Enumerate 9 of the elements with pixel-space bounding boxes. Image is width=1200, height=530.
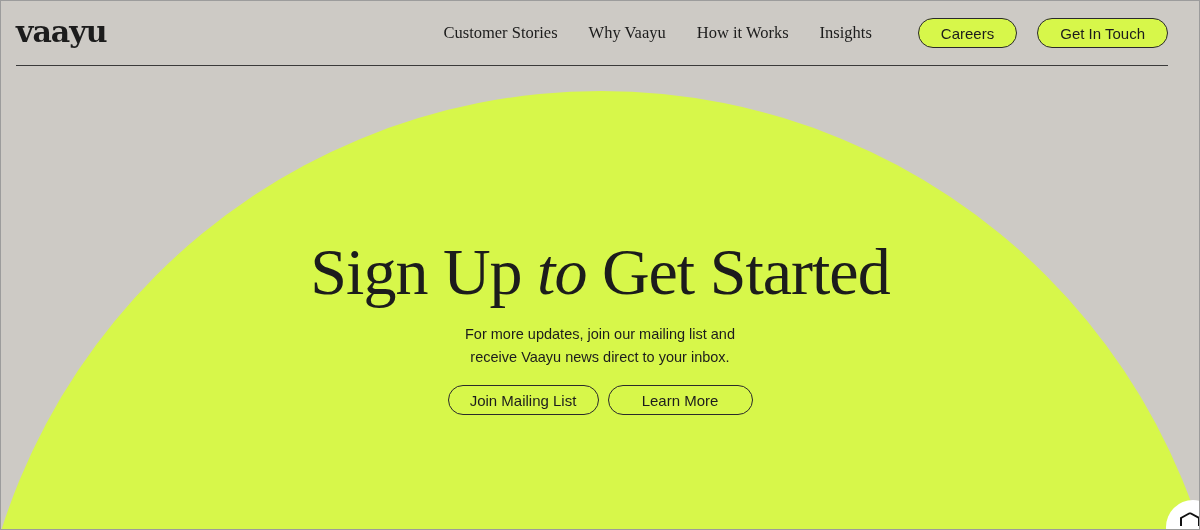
contact-button[interactable]: Get In Touch [1037, 18, 1168, 48]
careers-button[interactable]: Careers [917, 18, 1018, 48]
nav-link[interactable]: Why Vaayu [588, 23, 666, 43]
nav-link[interactable]: How it Works [696, 23, 789, 43]
hexagon-icon [1179, 512, 1199, 526]
nav-link[interactable]: Customer Stories [443, 23, 558, 43]
logo[interactable]: vaayu [16, 13, 107, 49]
hero-description: For more updates, join our mailing list and receive Vaayu news direct to your inbox. [464, 325, 736, 367]
nav-link[interactable]: Insights [819, 23, 872, 43]
